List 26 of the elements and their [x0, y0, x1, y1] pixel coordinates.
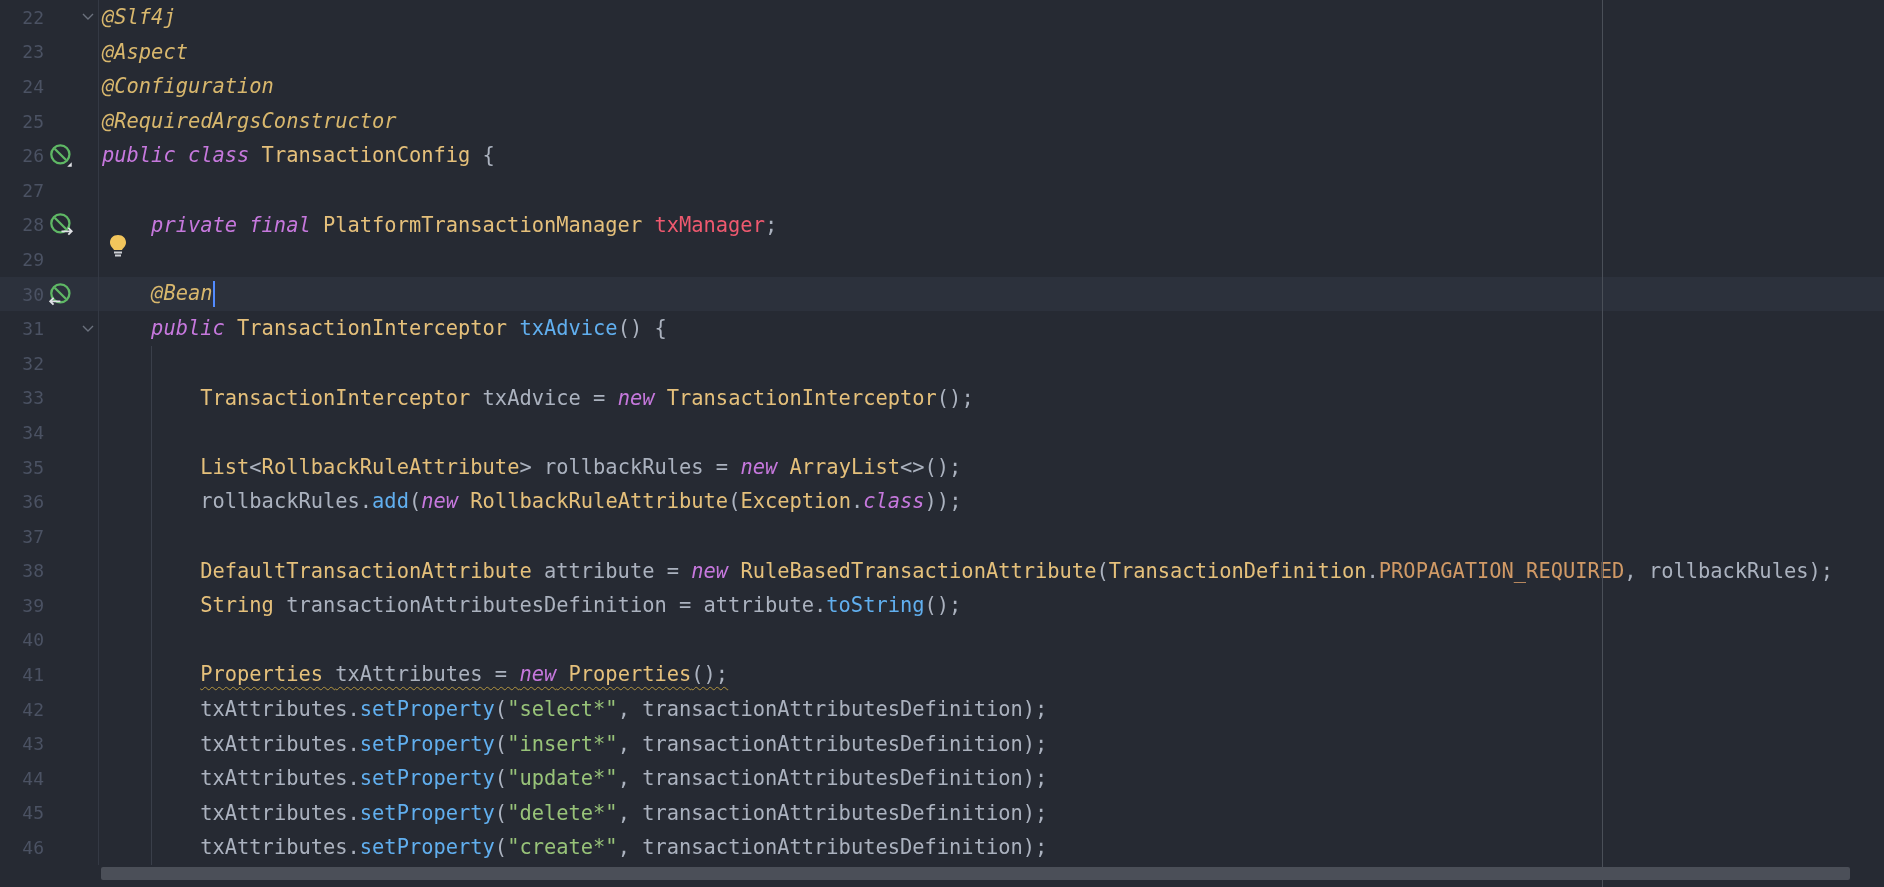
code-line: DefaultTransactionAttribute attribute = new RuleBasedTransactionAttribute(TransactionDefinition.PROPAGATION_REQUIRED, rollbackRules); [199, 560, 1834, 581]
horizontal-scrollbar[interactable] [101, 867, 1850, 880]
code-line: @Slf4j [102, 7, 176, 28]
code-line: Properties txAttributes = new Properties(); [199, 664, 729, 685]
bean-icon[interactable] [48, 143, 74, 169]
fold-chevron-icon[interactable] [82, 13, 94, 22]
code-line: @Aspect [102, 41, 188, 63]
code-line: txAttributes.setProperty("update*", transactionAttributesDefinition); [199, 768, 1048, 789]
code-line: rollbackRules.add(new RollbackRuleAttribute(Exception.class)); [199, 491, 962, 512]
code-line: @Configuration [102, 76, 274, 97]
code-line: @RequiredArgsConstructor [102, 110, 397, 132]
code-line: @Bean [149, 281, 215, 308]
lightbulb-icon[interactable] [109, 234, 127, 259]
bean-arrow-right-icon[interactable] [48, 212, 74, 238]
code-line: txAttributes.setProperty("insert*", transactionAttributesDefinition); [199, 733, 1048, 754]
bean-arrow-left-icon[interactable] [48, 281, 74, 307]
code-line: txAttributes.setProperty("delete*", transactionAttributesDefinition); [199, 802, 1048, 824]
code-line: public TransactionInterceptor txAdvice() { [150, 318, 667, 339]
code-line: TransactionInterceptor txAdvice = new TransactionInterceptor(); [199, 387, 974, 409]
code-line: private final PlatformTransactionManager txManager; [150, 214, 778, 236]
code-line: public class TransactionConfig { [102, 145, 495, 166]
code-line: String transactionAttributesDefinition = attribute.toString(); [199, 595, 962, 616]
code-line: txAttributes.setProperty("create*", transactionAttributesDefinition); [199, 837, 1048, 858]
fold-chevron-icon[interactable] [82, 324, 94, 333]
code-line: List<RollbackRuleAttribute> rollbackRules = new ArrayList<>(); [199, 456, 962, 478]
code-line: txAttributes.setProperty("select*", transactionAttributesDefinition); [199, 698, 1048, 720]
